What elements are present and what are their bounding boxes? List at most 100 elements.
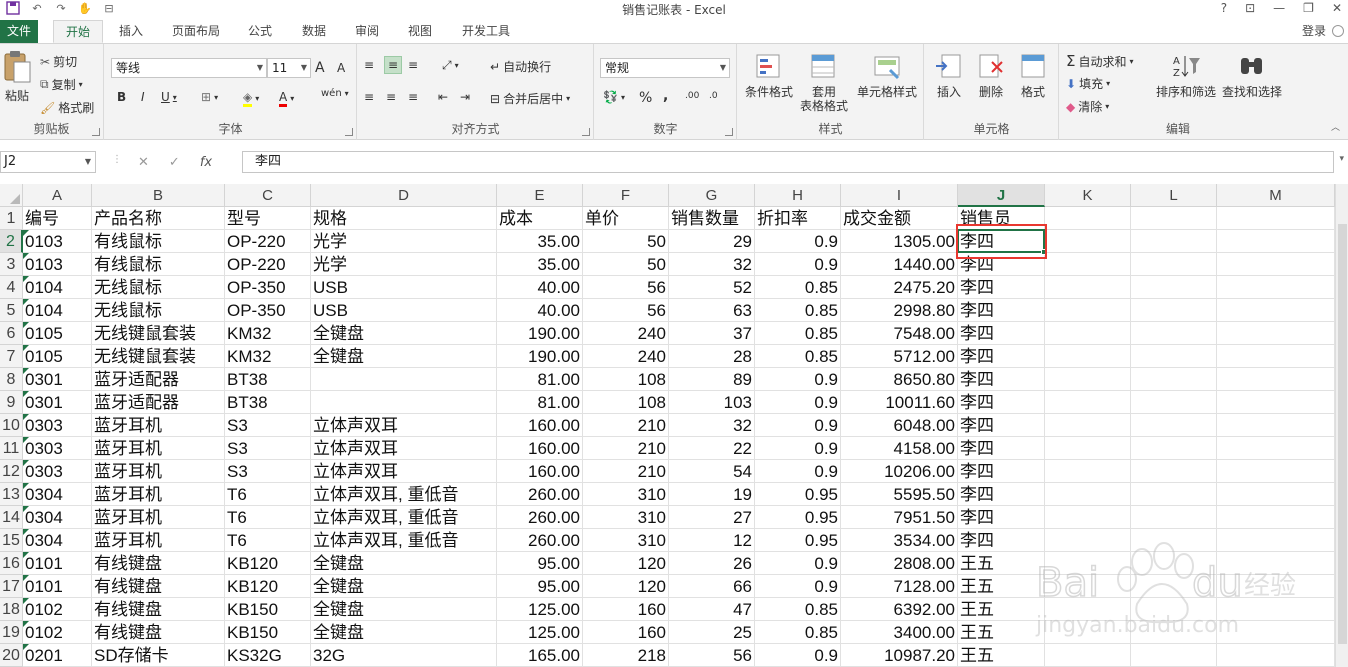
table-cell[interactable]: 40.00	[497, 299, 583, 322]
enter-edit-button[interactable]: ✓	[169, 155, 180, 170]
login-link[interactable]: 登录	[1302, 20, 1326, 43]
table-cell[interactable]: 王五	[958, 575, 1045, 598]
row-header[interactable]: 15	[0, 529, 23, 552]
decrease-decimal-button[interactable]: .0	[709, 91, 718, 101]
table-cell[interactable]: 有线鼠标	[92, 253, 225, 276]
row-header[interactable]: 5	[0, 299, 23, 322]
cell-styles-button[interactable]: 单元格样式	[854, 52, 920, 99]
table-cell[interactable]: 22	[669, 437, 755, 460]
table-cell[interactable]: 95.00	[497, 575, 583, 598]
increase-decimal-button[interactable]: .00	[685, 91, 699, 101]
tab-page-layout[interactable]: 页面布局	[164, 20, 228, 43]
table-cell[interactable]: 5595.50	[841, 483, 958, 506]
table-cell[interactable]: USB	[311, 276, 497, 299]
table-cell[interactable]: 120	[583, 552, 669, 575]
table-cell[interactable]: 0.95	[755, 529, 841, 552]
bold-button[interactable]: B	[117, 90, 126, 104]
table-cell[interactable]: 56	[583, 299, 669, 322]
table-cell[interactable]: 190.00	[497, 322, 583, 345]
table-cell[interactable]: 立体声双耳	[311, 437, 497, 460]
row-header[interactable]: 20	[0, 644, 23, 667]
conditional-formatting-button[interactable]: 条件格式	[740, 52, 798, 99]
table-cell[interactable]: 无线鼠标	[92, 299, 225, 322]
table-cell[interactable]: 立体声双耳, 重低音	[311, 483, 497, 506]
table-cell[interactable]: 0.9	[755, 253, 841, 276]
table-cell[interactable]	[1045, 598, 1131, 621]
tab-view[interactable]: 视图	[400, 20, 440, 43]
row-header[interactable]: 1	[0, 207, 23, 230]
table-cell[interactable]: 50	[583, 253, 669, 276]
table-cell[interactable]: 260.00	[497, 483, 583, 506]
table-cell[interactable]: 7951.50	[841, 506, 958, 529]
table-cell[interactable]: 7128.00	[841, 575, 958, 598]
table-cell[interactable]	[1131, 345, 1217, 368]
table-cell[interactable]: 160	[583, 598, 669, 621]
table-cell[interactable]: SD存储卡	[92, 644, 225, 667]
table-cell[interactable]	[1217, 437, 1335, 460]
table-cell[interactable]	[1217, 322, 1335, 345]
table-cell[interactable]: 0101	[23, 552, 92, 575]
table-cell[interactable]: 37	[669, 322, 755, 345]
row-header[interactable]: 19	[0, 621, 23, 644]
table-cell[interactable]: 0103	[23, 253, 92, 276]
table-cell[interactable]: OP-220	[225, 253, 311, 276]
table-cell[interactable]: 2475.20	[841, 276, 958, 299]
align-middle-button[interactable]: ≡	[384, 56, 403, 74]
table-cell[interactable]: 蓝牙耳机	[92, 529, 225, 552]
table-cell[interactable]: 成本	[497, 207, 583, 230]
table-cell[interactable]: 0.85	[755, 299, 841, 322]
table-cell[interactable]: 35.00	[497, 253, 583, 276]
align-left-button[interactable]: ≡	[364, 90, 374, 104]
row-header[interactable]: 4	[0, 276, 23, 299]
table-cell[interactable]: 立体声双耳	[311, 414, 497, 437]
table-cell[interactable]	[1045, 345, 1131, 368]
table-cell[interactable]: 310	[583, 483, 669, 506]
table-cell[interactable]	[1045, 552, 1131, 575]
tab-insert[interactable]: 插入	[111, 20, 151, 43]
table-cell[interactable]: 立体声双耳	[311, 460, 497, 483]
row-header[interactable]: 6	[0, 322, 23, 345]
table-cell[interactable]	[1045, 276, 1131, 299]
table-cell[interactable]: 0105	[23, 345, 92, 368]
table-cell[interactable]	[1131, 621, 1217, 644]
table-cell[interactable]	[1045, 460, 1131, 483]
table-cell[interactable]: 0.85	[755, 322, 841, 345]
row-header[interactable]: 10	[0, 414, 23, 437]
table-cell[interactable]: 蓝牙耳机	[92, 506, 225, 529]
table-cell[interactable]: 2998.80	[841, 299, 958, 322]
table-cell[interactable]: 125.00	[497, 598, 583, 621]
column-header-c[interactable]: C	[225, 184, 311, 207]
increase-indent-button[interactable]: ⇥	[460, 90, 470, 104]
table-cell[interactable]	[1045, 483, 1131, 506]
table-cell[interactable]: KM32	[225, 345, 311, 368]
fill-button[interactable]: ⬇ 填充 ▾	[1066, 75, 1110, 92]
collapse-ribbon-icon[interactable]: ︿	[1331, 120, 1340, 133]
table-cell[interactable]: 7548.00	[841, 322, 958, 345]
table-cell[interactable]: 李四	[958, 460, 1045, 483]
table-cell[interactable]: 4158.00	[841, 437, 958, 460]
paste-button[interactable]: 粘贴	[2, 50, 32, 103]
row-header[interactable]: 2	[0, 230, 23, 253]
cut-button[interactable]: ✂ 剪切	[40, 53, 77, 70]
table-cell[interactable]: 103	[669, 391, 755, 414]
table-cell[interactable]: 规格	[311, 207, 497, 230]
table-cell[interactable]: 165.00	[497, 644, 583, 667]
table-cell[interactable]	[1217, 414, 1335, 437]
column-header-h[interactable]: H	[755, 184, 841, 207]
table-cell[interactable]: 0104	[23, 276, 92, 299]
table-cell[interactable]: 52	[669, 276, 755, 299]
table-cell[interactable]: 无线键鼠套装	[92, 345, 225, 368]
tab-developer[interactable]: 开发工具	[454, 20, 518, 43]
table-cell[interactable]: OP-220	[225, 230, 311, 253]
table-cell[interactable]	[1045, 322, 1131, 345]
table-cell[interactable]	[1045, 207, 1131, 230]
table-cell[interactable]	[311, 391, 497, 414]
table-cell[interactable]	[1217, 575, 1335, 598]
table-cell[interactable]	[1131, 552, 1217, 575]
grow-font-button[interactable]: A	[315, 60, 325, 76]
table-cell[interactable]: 310	[583, 506, 669, 529]
table-cell[interactable]: 0.9	[755, 575, 841, 598]
table-cell[interactable]: 李四	[958, 506, 1045, 529]
table-cell[interactable]	[1217, 552, 1335, 575]
table-cell[interactable]: 0.9	[755, 437, 841, 460]
